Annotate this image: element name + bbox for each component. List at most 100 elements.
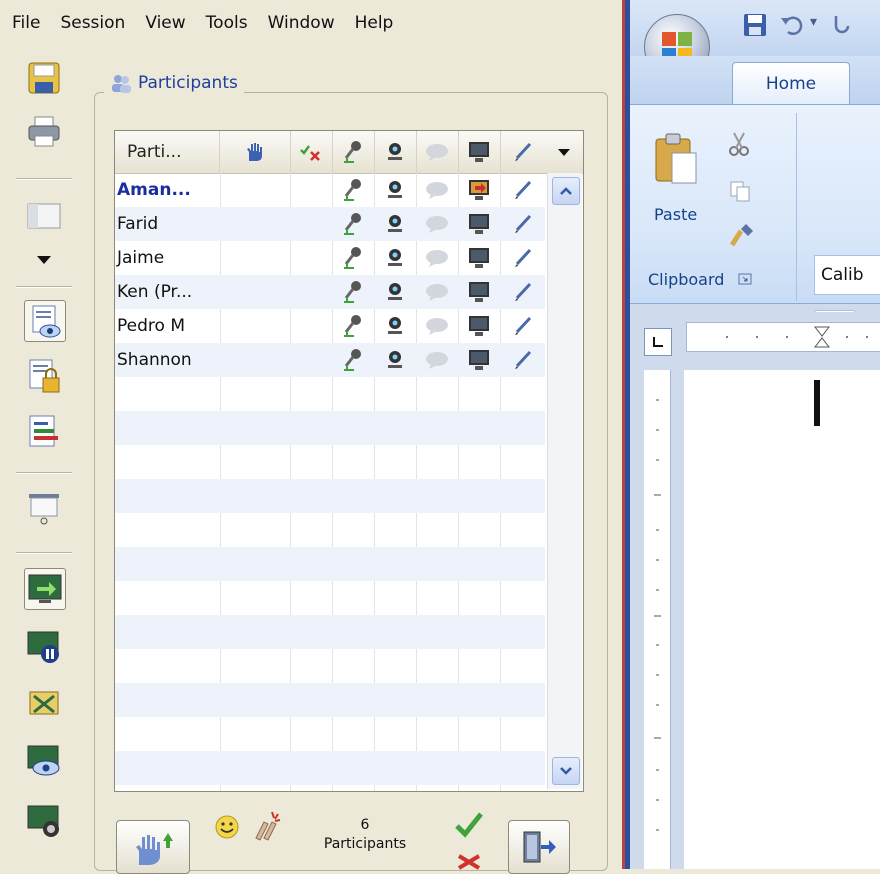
monitor-icon[interactable]: [458, 275, 500, 309]
microphone-icon[interactable]: [332, 173, 374, 207]
exit-door-icon: [523, 831, 556, 863]
applause-icon[interactable]: [250, 808, 284, 842]
webcam-icon[interactable]: [374, 275, 416, 309]
microphone-icon[interactable]: [332, 131, 375, 173]
dropdown-arrow-icon[interactable]: [24, 240, 64, 280]
paste-button[interactable]: Paste: [648, 131, 704, 241]
monitor-icon[interactable]: [458, 173, 500, 207]
webcam-icon[interactable]: [374, 207, 416, 241]
monitor-icon[interactable]: [458, 131, 501, 173]
scroll-down-button[interactable]: [552, 757, 580, 785]
cross-icon[interactable]: [456, 854, 482, 870]
stop-share-icon[interactable]: [24, 684, 64, 724]
chat-icon[interactable]: [416, 241, 458, 275]
format-painter-icon[interactable]: [728, 221, 756, 249]
scroll-up-button[interactable]: [552, 177, 580, 205]
webcam-icon[interactable]: [374, 241, 416, 275]
participant-row[interactable]: Farid: [115, 207, 545, 241]
empty-row: [115, 751, 545, 785]
pen-icon[interactable]: [500, 309, 545, 343]
chat-icon[interactable]: [416, 309, 458, 343]
raise-hand-icon[interactable]: [220, 131, 291, 173]
view-document-icon[interactable]: [24, 300, 66, 342]
pen-icon[interactable]: [500, 173, 545, 207]
empty-row: [115, 411, 545, 445]
smiley-icon[interactable]: [214, 814, 240, 840]
menu-file[interactable]: File: [0, 0, 50, 46]
webcam-icon[interactable]: [374, 131, 417, 173]
raise-hand-button[interactable]: [116, 820, 190, 874]
microphone-icon[interactable]: [332, 275, 374, 309]
undo-icon[interactable]: [778, 12, 804, 38]
pen-icon[interactable]: [500, 343, 545, 377]
paste-icon: [655, 133, 697, 184]
lock-document-icon[interactable]: [24, 356, 64, 396]
view-share-icon[interactable]: [24, 740, 64, 780]
webcam-icon[interactable]: [374, 343, 416, 377]
save-icon[interactable]: [742, 12, 768, 38]
checkmark-icon[interactable]: [454, 810, 484, 840]
font-name-select[interactable]: Calib: [814, 255, 880, 295]
text-cursor: [814, 380, 820, 426]
participant-row[interactable]: Aman...: [115, 173, 545, 207]
chat-icon[interactable]: [416, 207, 458, 241]
monitor-icon[interactable]: [458, 207, 500, 241]
layout-icon[interactable]: [24, 196, 64, 236]
participant-row[interactable]: Ken (Pr...: [115, 275, 545, 309]
check-cross-cell: [290, 173, 332, 207]
participant-row[interactable]: Shannon: [115, 343, 545, 377]
horizontal-ruler: [630, 312, 880, 358]
raise-hand-cell: [220, 309, 290, 343]
document-chart-icon[interactable]: [24, 412, 64, 452]
cut-icon[interactable]: [728, 131, 750, 157]
monitor-icon[interactable]: [458, 343, 500, 377]
pen-icon[interactable]: [500, 207, 545, 241]
pen-icon[interactable]: [500, 275, 545, 309]
save-icon[interactable]: [24, 58, 64, 98]
dialog-launcher-icon[interactable]: [738, 273, 752, 285]
redo-icon[interactable]: [830, 12, 852, 38]
ribbon-tabs: Home: [630, 56, 880, 105]
menu-session[interactable]: Session: [50, 0, 135, 46]
presentation-icon[interactable]: [24, 488, 64, 528]
monitor-icon[interactable]: [458, 309, 500, 343]
check-cross-icon[interactable]: [290, 131, 333, 173]
column-header-name[interactable]: Parti...: [115, 131, 220, 173]
check-cross-cell: [290, 207, 332, 241]
copy-icon[interactable]: [728, 179, 752, 203]
microphone-icon[interactable]: [332, 309, 374, 343]
indent-marker-icon[interactable]: [687, 323, 880, 351]
record-share-icon[interactable]: [24, 800, 64, 840]
microphone-icon[interactable]: [332, 241, 374, 275]
toolbar-separator: [16, 286, 72, 288]
menu-help[interactable]: Help: [345, 0, 404, 46]
menu-view[interactable]: View: [135, 0, 195, 46]
print-icon[interactable]: [24, 112, 64, 152]
share-screen-icon[interactable]: [24, 568, 66, 610]
webcam-icon[interactable]: [374, 173, 416, 207]
chat-icon[interactable]: [416, 173, 458, 207]
menu-tools[interactable]: Tools: [196, 0, 258, 46]
pen-icon[interactable]: [500, 241, 545, 275]
leave-session-button[interactable]: [508, 820, 570, 874]
pen-icon[interactable]: [500, 131, 545, 173]
webcam-icon[interactable]: [374, 309, 416, 343]
column-menu-icon[interactable]: [545, 131, 583, 173]
participant-name: Jaime: [117, 248, 165, 268]
microphone-icon[interactable]: [332, 207, 374, 241]
chat-icon[interactable]: [416, 131, 459, 173]
participant-row[interactable]: Jaime: [115, 241, 545, 275]
chat-icon[interactable]: [416, 275, 458, 309]
window-divider: [622, 0, 630, 869]
microphone-icon[interactable]: [332, 343, 374, 377]
vertical-scrollbar[interactable]: [547, 173, 582, 789]
chat-icon[interactable]: [416, 343, 458, 377]
tab-home[interactable]: Home: [732, 62, 850, 105]
undo-dropdown-icon[interactable]: ▾: [810, 14, 817, 30]
participant-row[interactable]: Pedro M: [115, 309, 545, 343]
document-page[interactable]: [684, 370, 880, 869]
pause-share-icon[interactable]: [24, 626, 64, 666]
monitor-icon[interactable]: [458, 241, 500, 275]
menu-window[interactable]: Window: [258, 0, 345, 46]
tab-stop-selector[interactable]: [644, 328, 672, 356]
